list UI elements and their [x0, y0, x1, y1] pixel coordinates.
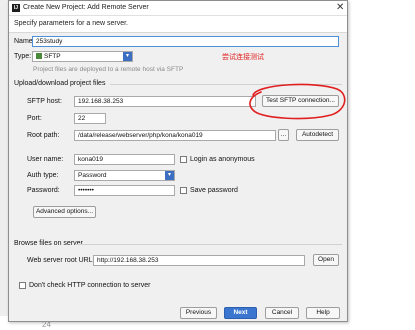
ide-editor-area [350, 0, 415, 330]
dont-check-http-checkbox[interactable] [19, 282, 26, 289]
next-button[interactable]: Next [224, 307, 257, 319]
header-description: Specify parameters for a new server. [14, 20, 128, 27]
sftp-host-field[interactable]: 192.168.38.253 [74, 96, 256, 107]
save-password-checkbox[interactable] [180, 187, 187, 194]
dialog-header: Specify parameters for a new server. [9, 16, 347, 33]
title-bar[interactable]: IJ Create New Project: Add Remote Server… [9, 1, 347, 16]
help-button[interactable]: Help [306, 307, 340, 319]
chevron-down-icon: ▾ [123, 52, 132, 61]
add-remote-server-dialog: IJ Create New Project: Add Remote Server… [8, 0, 348, 322]
port-field[interactable]: 22 [74, 113, 106, 124]
login-anonymous-checkbox[interactable] [180, 156, 187, 163]
intellij-app-icon: IJ [12, 4, 20, 12]
chevron-down-icon: ▾ [165, 171, 174, 180]
window-title: Create New Project: Add Remote Server [23, 4, 149, 11]
root-path-label: Root path: [27, 132, 60, 139]
password-label: Password: [27, 187, 60, 194]
port-label: Port: [27, 115, 42, 122]
annotation-circle [249, 83, 346, 120]
browse-section-divider [75, 244, 342, 245]
sftp-host-label: SFTP host: [27, 98, 62, 105]
open-url-button[interactable]: Open [313, 254, 339, 266]
type-hint: Project files are deployed to a remote h… [33, 66, 184, 73]
web-root-url-label: Web server root URL: [27, 257, 95, 264]
type-select-value: SFTP [44, 53, 61, 60]
advanced-options-button[interactable]: Advanced options... [33, 206, 96, 218]
user-name-field[interactable]: kona019 [74, 154, 175, 165]
auth-type-label: Auth type: [27, 172, 59, 179]
login-anonymous-label: Login as anonymous [190, 156, 255, 163]
upload-section-title: Upload/download project files [14, 80, 106, 87]
cancel-button[interactable]: Cancel [265, 307, 299, 319]
auth-type-value: Password [78, 172, 107, 179]
web-root-url-field[interactable]: http://192.168.38.253 [93, 255, 305, 266]
close-icon[interactable]: ✕ [336, 2, 344, 14]
save-password-label: Save password [190, 187, 238, 194]
annotation-text: 尝试连接测试 [222, 54, 264, 61]
previous-button[interactable]: Previous [180, 307, 217, 319]
name-field[interactable]: 253study [32, 36, 339, 47]
root-path-field[interactable]: /data/release/webserver/php/kona/kona019 [74, 130, 276, 141]
type-select[interactable]: SFTP ▾ [32, 51, 133, 62]
user-name-label: User name: [27, 156, 64, 163]
auth-type-select[interactable]: Password ▾ [74, 170, 175, 181]
dont-check-http-label: Don't check HTTP connection to server [29, 282, 151, 289]
screen: 24 IJ Create New Project: Add Remote Ser… [0, 0, 415, 330]
password-field[interactable]: ••••••• [74, 185, 175, 196]
browse-root-path-button[interactable]: ... [278, 129, 289, 141]
sftp-icon [36, 53, 42, 59]
type-label: Type: [14, 53, 32, 60]
browse-section-title: Browse files on server [14, 240, 83, 247]
autodetect-button[interactable]: Autodetect [296, 129, 339, 141]
